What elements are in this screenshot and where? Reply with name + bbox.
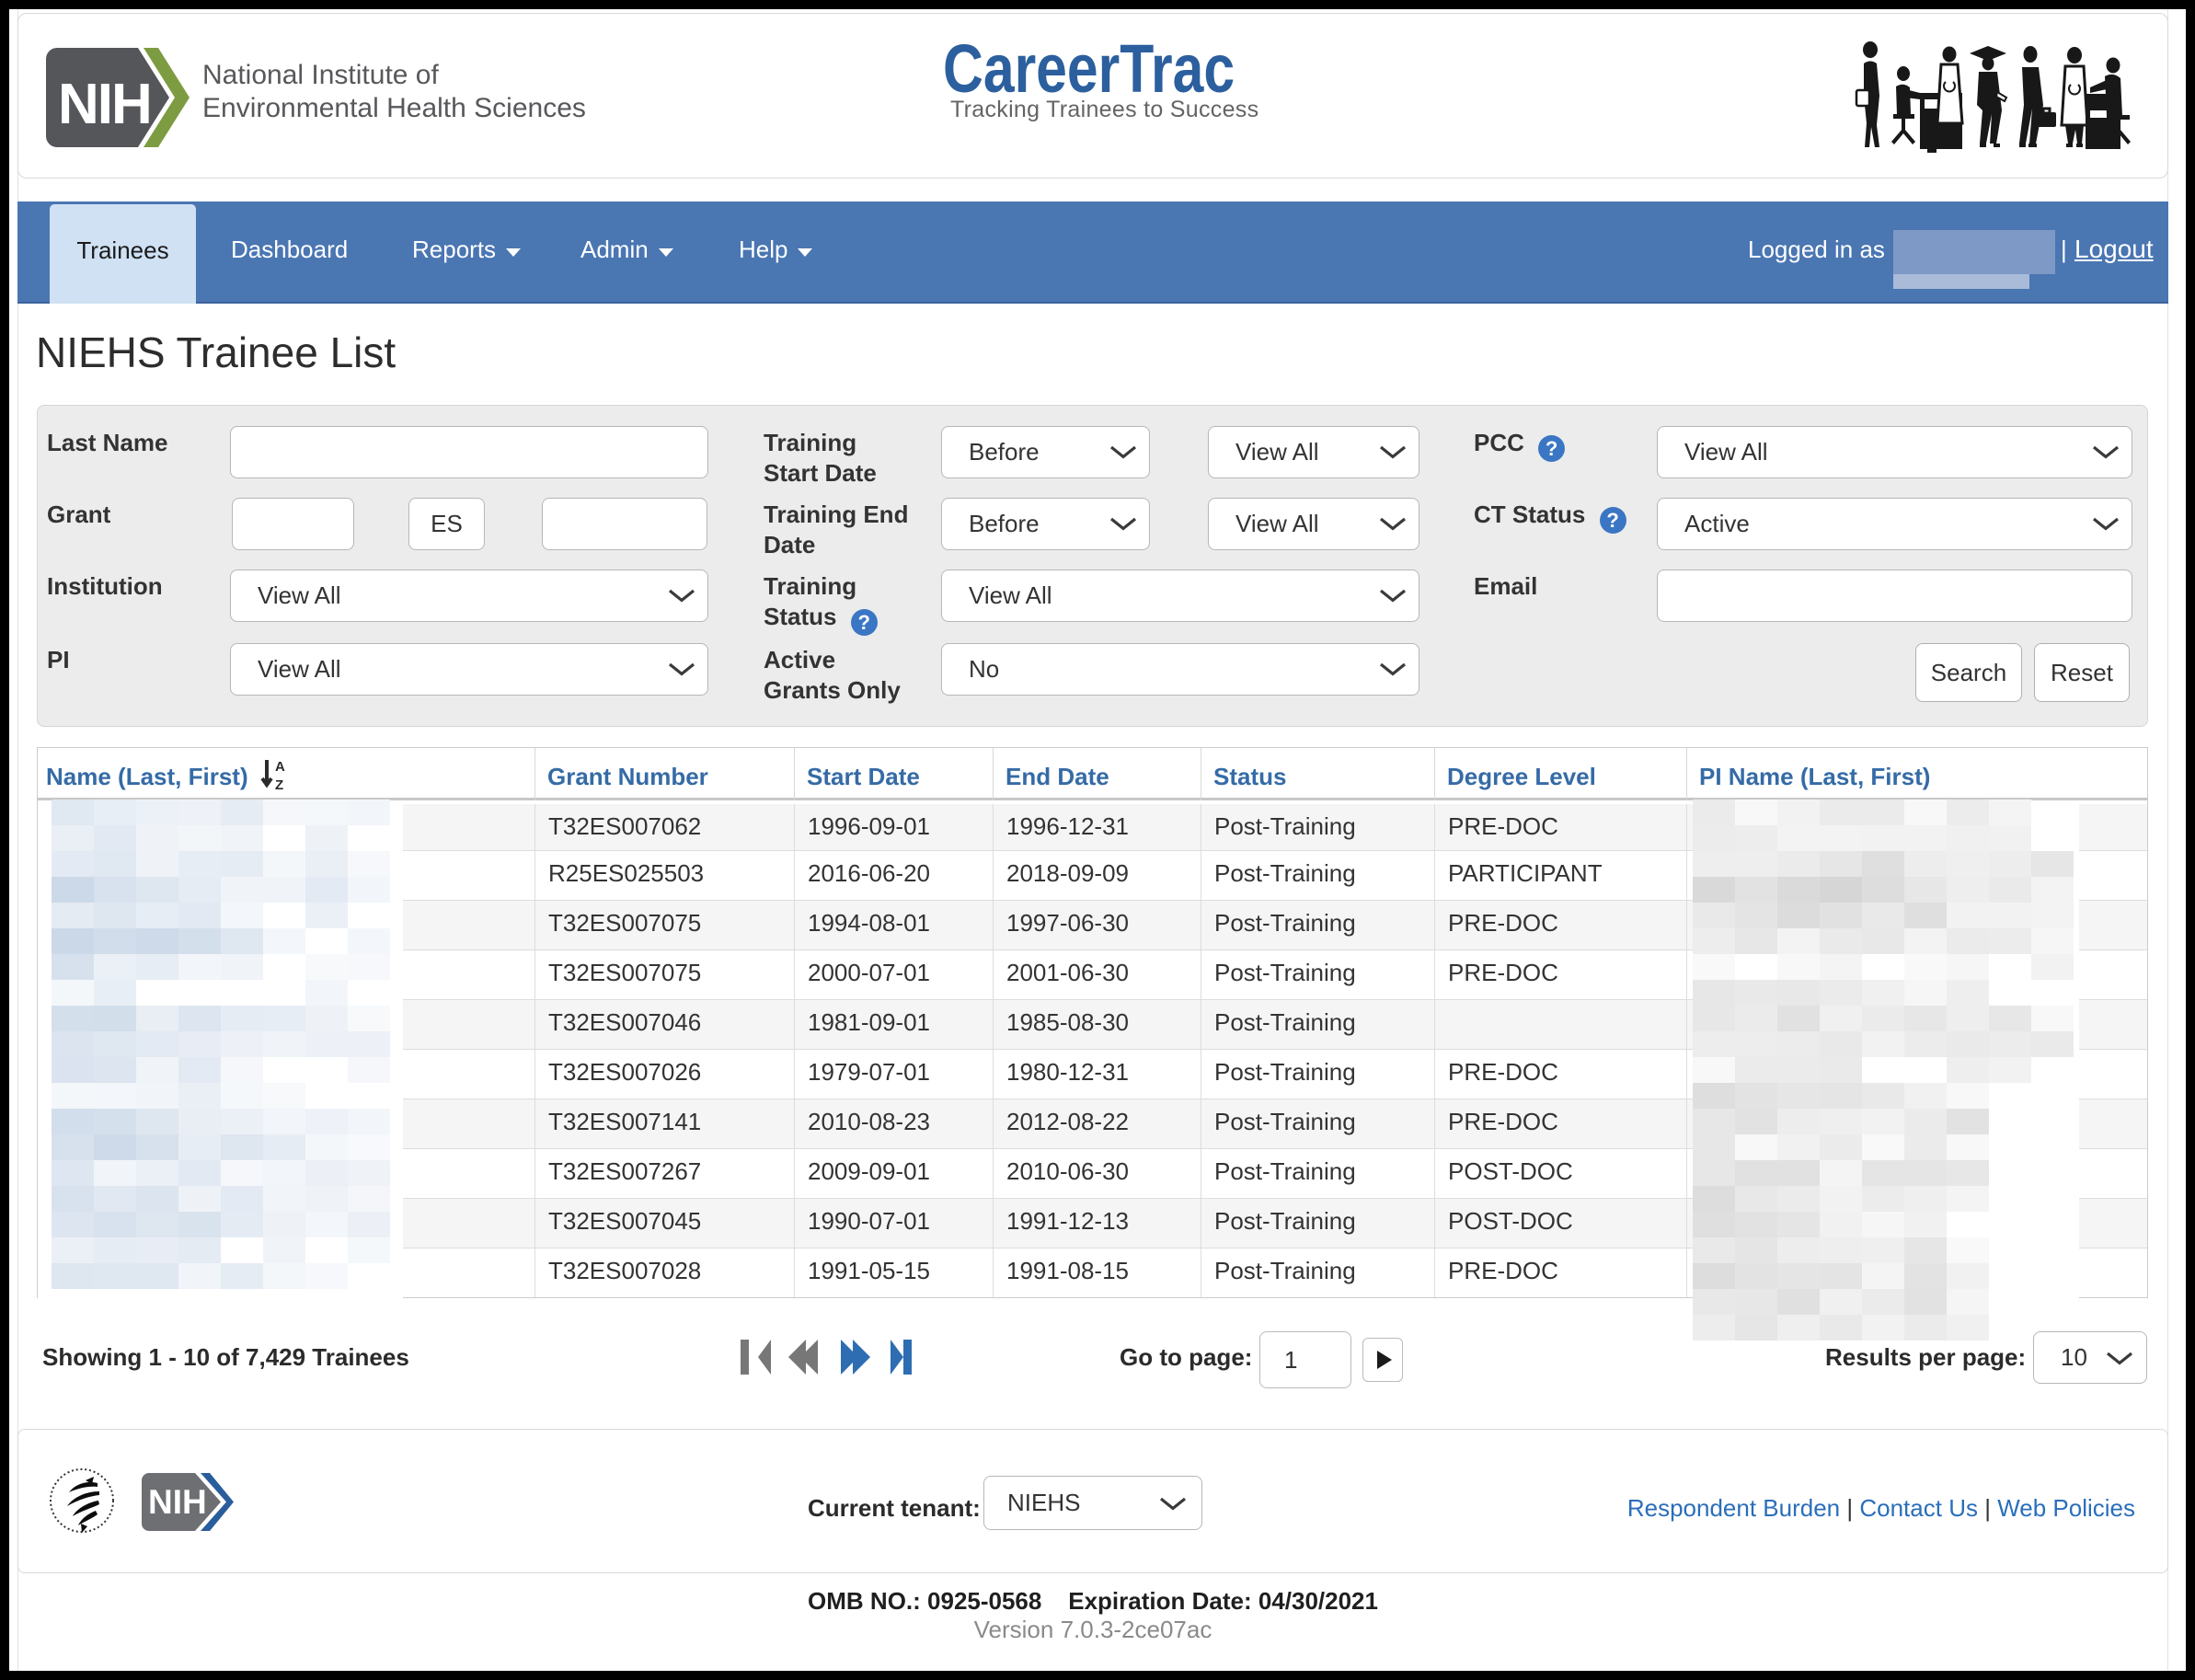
svg-text:NIH: NIH <box>58 73 151 136</box>
svg-text:Z: Z <box>275 777 283 791</box>
svg-text:NIH: NIH <box>148 1483 207 1521</box>
svg-text:A: A <box>275 759 285 775</box>
